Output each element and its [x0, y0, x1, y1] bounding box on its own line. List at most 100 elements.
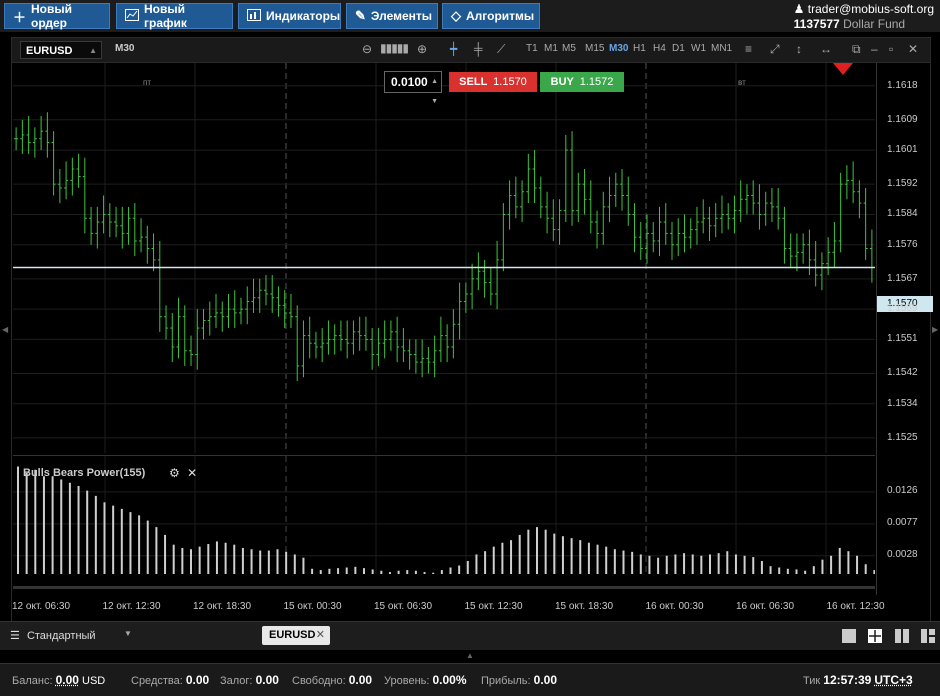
template-icon[interactable]: ≡	[745, 42, 752, 56]
sell-button[interactable]: SELL 1.1570	[449, 72, 537, 92]
timeframe-h1[interactable]: H1	[633, 43, 646, 54]
new-order-button[interactable]: ＋ Новый ордер	[4, 2, 110, 30]
balance-value[interactable]: 0.00	[56, 673, 79, 687]
lot-spinner-icon[interactable]: ▲ ▼	[431, 72, 438, 112]
chevron-down-icon[interactable]: ▼	[124, 629, 132, 638]
ohlc-bar	[488, 267, 493, 306]
ohlc-bar	[507, 180, 512, 230]
timeframe-m15[interactable]: M15	[585, 43, 604, 54]
horizontal-shift-icon[interactable]: ↔	[820, 42, 832, 56]
panel-expand-icon[interactable]: ▲	[466, 651, 474, 660]
vertical-shift-icon[interactable]: ↕	[796, 42, 802, 56]
ohlc-bar	[376, 328, 381, 366]
profile-selector[interactable]: ☰ Стандартный	[10, 629, 96, 642]
ohlc-bar	[463, 282, 468, 313]
ohlc-bar	[788, 233, 793, 268]
left-panel-toggle-icon[interactable]: ◀	[2, 325, 8, 334]
timeframe-m30[interactable]: M30	[609, 43, 628, 54]
ohlc-bar	[682, 214, 687, 253]
ohlc-bar	[120, 206, 125, 249]
ohlc-bar	[851, 161, 856, 204]
settings-icon[interactable]: ⚙	[169, 466, 180, 480]
timezone-selector[interactable]: UTC+3	[874, 673, 912, 687]
timeframe-m5[interactable]: M5	[562, 43, 576, 54]
user-icon: ♟	[793, 2, 805, 16]
ohlc-bar	[857, 180, 862, 219]
sell-price: 1.1570	[493, 76, 527, 88]
detach-icon[interactable]: ⧉	[852, 42, 861, 57]
ohlc-bar	[726, 203, 731, 230]
ohlc-bar	[157, 240, 162, 332]
price-tick-label: 1.1609	[887, 113, 918, 125]
indicators-button[interactable]: Индикаторы	[238, 3, 341, 29]
balance-currency: USD	[82, 675, 106, 687]
ohlc-bar	[869, 229, 874, 283]
candle-chart-icon[interactable]: ╪	[474, 42, 483, 56]
ohlc-bar	[45, 112, 50, 158]
balance: Баланс: 0.00 USD	[12, 673, 105, 687]
layout-rows-icon[interactable]	[921, 629, 935, 643]
time-tick-label: 15 окт. 18:30	[555, 601, 614, 612]
account-info[interactable]: ♟ trader@mobius-soft.org 1137577 Dollar …	[794, 2, 934, 31]
account-user: trader@mobius-soft.org	[807, 2, 934, 16]
chart-tab-label: EURUSD	[269, 629, 316, 641]
ohlc-bar	[170, 312, 175, 363]
indicator-title: Bulls Bears Power(155)	[23, 467, 146, 479]
timeframe-mn1[interactable]: MN1	[711, 43, 732, 54]
symbol-selector[interactable]: EURUSD ▲	[20, 41, 102, 59]
lot-size-input[interactable]: 0.0100 ▲ ▼	[384, 71, 442, 105]
layout-single-icon[interactable]	[842, 629, 856, 643]
margin-level-label: Уровень:	[384, 675, 430, 687]
bar-chart-icon[interactable]: ┿	[450, 42, 457, 56]
ohlc-bar	[114, 206, 119, 238]
remove-indicator-icon[interactable]: ✕	[187, 466, 197, 480]
zoom-slider-icon[interactable]: ▮▮▮▮▮	[380, 41, 409, 55]
line-chart-icon[interactable]: ⟋	[497, 42, 505, 57]
ohlc-bar	[694, 206, 699, 245]
ohlc-bar	[82, 157, 87, 234]
equity: Средства: 0.00	[131, 673, 209, 687]
timeframe-m1[interactable]: M1	[544, 43, 558, 54]
layout-grid-icon[interactable]	[868, 629, 882, 643]
ohlc-bar	[457, 282, 462, 340]
price-plot[interactable]	[13, 63, 875, 453]
timeframe-d1[interactable]: D1	[672, 43, 685, 54]
zoom-in-icon[interactable]: ⊕	[417, 42, 427, 56]
buy-button[interactable]: BUY 1.1572	[540, 72, 624, 92]
ohlc-bar	[588, 180, 593, 234]
workspace-bar: ☰ Стандартный ▼ EURUSD ✕	[0, 621, 940, 650]
right-panel-toggle-icon[interactable]: ▶	[932, 325, 938, 334]
ohlc-bar	[744, 184, 749, 215]
close-icon[interactable]: ✕	[908, 42, 918, 56]
close-tab-icon[interactable]: ✕	[316, 626, 325, 645]
timeframe-h4[interactable]: H4	[653, 43, 666, 54]
chart-tab[interactable]: EURUSD ✕	[262, 626, 330, 645]
ohlc-bar	[776, 187, 781, 230]
sell-label: SELL	[459, 76, 488, 88]
ohlc-bar	[201, 309, 206, 340]
ohlc-bar	[613, 172, 618, 207]
tick-time: Тик 12:57:39 UTC+3	[803, 673, 913, 687]
zoom-out-icon[interactable]: ⊖	[362, 42, 372, 56]
timeframe-t1[interactable]: T1	[526, 43, 538, 54]
profit-label: Прибыль:	[481, 675, 531, 687]
ohlc-bar	[813, 240, 818, 287]
ohlc-bar	[89, 206, 94, 245]
ohlc-bar	[139, 218, 144, 253]
autoscroll-icon[interactable]: ⤢	[770, 42, 780, 57]
ohlc-bar	[838, 172, 843, 253]
balance-label: Баланс:	[12, 675, 53, 687]
new-chart-button[interactable]: Новый график	[116, 2, 233, 30]
maximize-icon[interactable]: ▫	[889, 42, 893, 56]
elements-button[interactable]: ✎ Элементы	[346, 3, 438, 29]
price-tick-label: 1.1592	[887, 178, 918, 190]
algorithms-button[interactable]: ◇ Алгоритмы	[442, 3, 540, 29]
ohlc-bar	[663, 203, 668, 245]
ohlc-bar	[413, 339, 418, 374]
price-tick-label: 1.1542	[887, 367, 918, 379]
minimize-icon[interactable]: –	[871, 42, 878, 56]
timeframe-w1[interactable]: W1	[691, 43, 706, 54]
profit-value: 0.00	[533, 673, 558, 687]
ohlc-bar	[570, 131, 575, 226]
layout-columns-icon[interactable]	[895, 629, 909, 643]
